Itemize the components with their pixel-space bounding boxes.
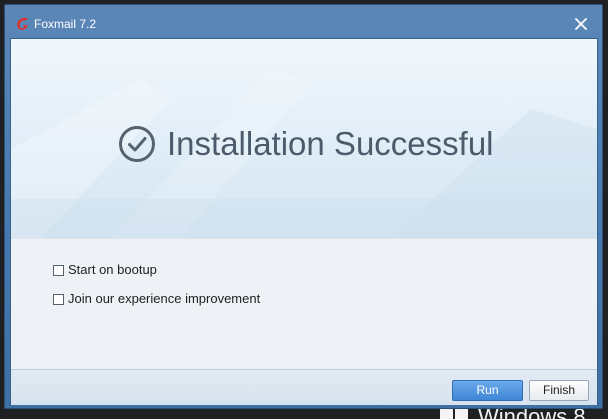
start-on-bootup-label: Start on bootup [68,262,157,277]
desktop-background: Windows 8 Foxmail 7.2 Installation Succe… [0,0,608,419]
run-button[interactable]: Run [452,380,523,401]
foxmail-logo-icon [17,17,28,30]
experience-improvement-option[interactable]: Join our experience improvement [53,291,260,307]
installer-content: Installation Successful Start on bootup … [10,38,598,405]
experience-improvement-checkbox[interactable] [53,293,64,305]
finish-button[interactable]: Finish [529,380,589,401]
close-icon[interactable] [570,13,592,35]
button-bar: Run Finish [11,369,597,405]
check-circle-icon [119,126,155,162]
start-on-bootup-option[interactable]: Start on bootup [53,262,157,278]
options-panel: Start on bootup Join our experience impr… [11,238,597,369]
success-title: Installation Successful [167,125,494,162]
window-title: Foxmail 7.2 [34,17,97,31]
success-banner: Installation Successful [11,39,597,238]
experience-improvement-label: Join our experience improvement [68,291,261,306]
start-on-bootup-checkbox[interactable] [53,264,64,276]
title-bar[interactable]: Foxmail 7.2 [5,5,602,39]
installer-window: Foxmail 7.2 Installation Successful Star… [4,4,603,409]
